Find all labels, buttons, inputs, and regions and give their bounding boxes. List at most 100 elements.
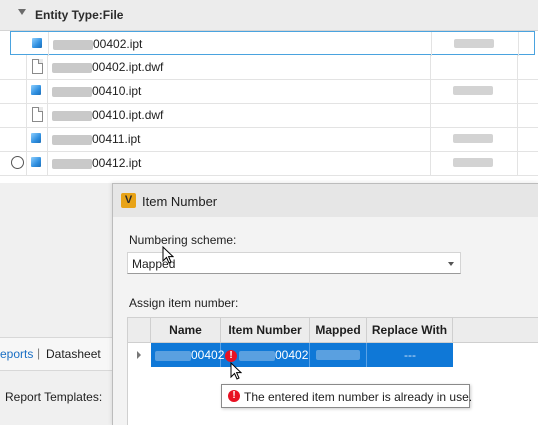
file-name-cell: 00410.ipt [48, 79, 431, 103]
file-name: 00410.ipt [52, 84, 141, 98]
cell-name[interactable]: 00402 [151, 343, 225, 367]
group-title: Entity Type:File [35, 8, 124, 22]
row-gutter [0, 103, 27, 127]
column-header-replace-with[interactable]: Replace With [367, 318, 453, 342]
file-name: 00402.ipt.dwf [52, 60, 163, 74]
table-row[interactable]: 00402 ! 00402 --- [128, 343, 538, 367]
ipt-part-icon [31, 133, 41, 143]
redacted-text [453, 158, 493, 167]
redacted-text [52, 86, 92, 97]
redacted-text [454, 39, 494, 48]
error-icon[interactable]: ! [225, 349, 237, 362]
file-name-text: 00402.ipt.dwf [92, 60, 164, 74]
state-cell [431, 79, 518, 103]
file-row[interactable]: 00411.ipt [0, 127, 538, 152]
file-name-text: 00410.ipt.dwf [92, 108, 164, 122]
file-row[interactable]: 00402.ipt [10, 31, 535, 56]
redacted-text [52, 62, 92, 73]
file-name: 00412.ipt [52, 156, 141, 170]
cell-mapped[interactable] [310, 343, 367, 367]
table-header: Name Item Number Mapped Replace With [128, 318, 538, 343]
redacted-text [316, 350, 360, 360]
row-gutter [0, 127, 27, 151]
tabs-bar: eports | Datasheet [0, 337, 112, 371]
redacted-text [453, 134, 493, 143]
state-cell [431, 151, 518, 175]
assign-table: Name Item Number Mapped Replace With 004… [127, 317, 538, 425]
file-row[interactable]: 00412.ipt [0, 151, 538, 176]
error-tooltip: ! The entered item number is already in … [221, 384, 473, 408]
chevron-down-icon [448, 262, 454, 266]
redacted-text [52, 158, 92, 169]
file-icon-cell [27, 103, 48, 127]
redacted-text [453, 86, 493, 95]
document-icon [32, 59, 43, 74]
expand-arrow-icon[interactable] [137, 351, 141, 359]
dialog-title: Item Number [142, 194, 218, 209]
state-cell [431, 103, 518, 127]
file-name-cell: 00402.ipt [49, 32, 432, 56]
row-gutter [0, 79, 27, 103]
file-icon-cell [27, 127, 48, 151]
redacted-text [52, 134, 92, 145]
numbering-scheme-label: Numbering scheme: [129, 233, 237, 247]
cell-replace-with[interactable]: --- [367, 343, 453, 367]
state-cell [431, 127, 518, 151]
column-header-name[interactable]: Name [151, 318, 221, 342]
file-name-text: 00410.ipt [92, 84, 142, 98]
redacted-text [52, 110, 92, 121]
file-row[interactable]: 00410.ipt.dwf [0, 103, 538, 128]
redacted-text [155, 350, 191, 361]
file-name-cell: 00412.ipt [48, 151, 431, 175]
mouse-cursor-icon [230, 362, 242, 380]
document-icon [32, 107, 43, 122]
error-icon: ! [228, 390, 240, 402]
collapse-arrow-icon[interactable] [18, 9, 26, 15]
ipt-part-icon [31, 85, 41, 95]
ipt-part-icon [31, 157, 41, 167]
column-header-mapped[interactable]: Mapped [310, 318, 367, 342]
tab-separator: | [37, 346, 41, 360]
file-name-text: 00411.ipt [92, 132, 141, 146]
cell-item-number-text: 00402 [275, 348, 309, 362]
file-name-cell: 00411.ipt [48, 127, 431, 151]
group-header[interactable]: Entity Type:File [0, 0, 538, 31]
screen: Entity Type:File 00402.ipt 00402.ipt.dwf… [0, 0, 538, 425]
ipt-part-icon [32, 38, 42, 48]
file-icon-cell [27, 151, 48, 175]
file-name: 00410.ipt.dwf [52, 108, 163, 122]
state-cell [431, 55, 518, 79]
file-icon-cell [28, 32, 49, 56]
file-row[interactable]: 00410.ipt [0, 79, 538, 104]
tab-datasheet[interactable]: Datasheet [46, 347, 101, 361]
tooltip-text: The entered item number is already in us… [244, 390, 473, 404]
column-header-item-number[interactable]: Item Number [221, 318, 310, 342]
vault-app-icon: V [121, 193, 136, 208]
file-name-text: 00402.ipt [93, 37, 143, 51]
cell-name-text: 00402 [191, 348, 225, 362]
report-templates-label: Report Templates: [5, 390, 103, 404]
file-name: 00411.ipt [52, 132, 141, 146]
assign-item-number-label: Assign item number: [129, 296, 239, 310]
row-gutter [0, 55, 27, 79]
redacted-text [239, 350, 275, 361]
file-name-text: 00412.ipt [92, 156, 142, 170]
header-gutter [128, 318, 151, 342]
file-grid: Entity Type:File 00402.ipt 00402.ipt.dwf… [0, 0, 538, 183]
redacted-text [53, 39, 93, 50]
row-cells: 00402 ! 00402 --- [151, 343, 453, 367]
file-row[interactable]: 00402.ipt.dwf [0, 55, 538, 80]
row-gutter [0, 151, 27, 175]
file-name: 00402.ipt [53, 37, 142, 51]
file-icon-cell [27, 79, 48, 103]
numbering-scheme-select[interactable]: Mapped [127, 252, 461, 274]
background-panel [0, 183, 112, 425]
radio-button[interactable] [11, 156, 24, 169]
mouse-cursor-icon [162, 246, 174, 264]
file-name-cell: 00410.ipt.dwf [48, 103, 431, 127]
dialog-titlebar[interactable]: V Item Number [113, 184, 538, 217]
file-icon-cell [27, 55, 48, 79]
file-name-cell: 00402.ipt.dwf [48, 55, 431, 79]
state-cell [432, 32, 519, 56]
tab-reports[interactable]: eports [0, 347, 33, 361]
